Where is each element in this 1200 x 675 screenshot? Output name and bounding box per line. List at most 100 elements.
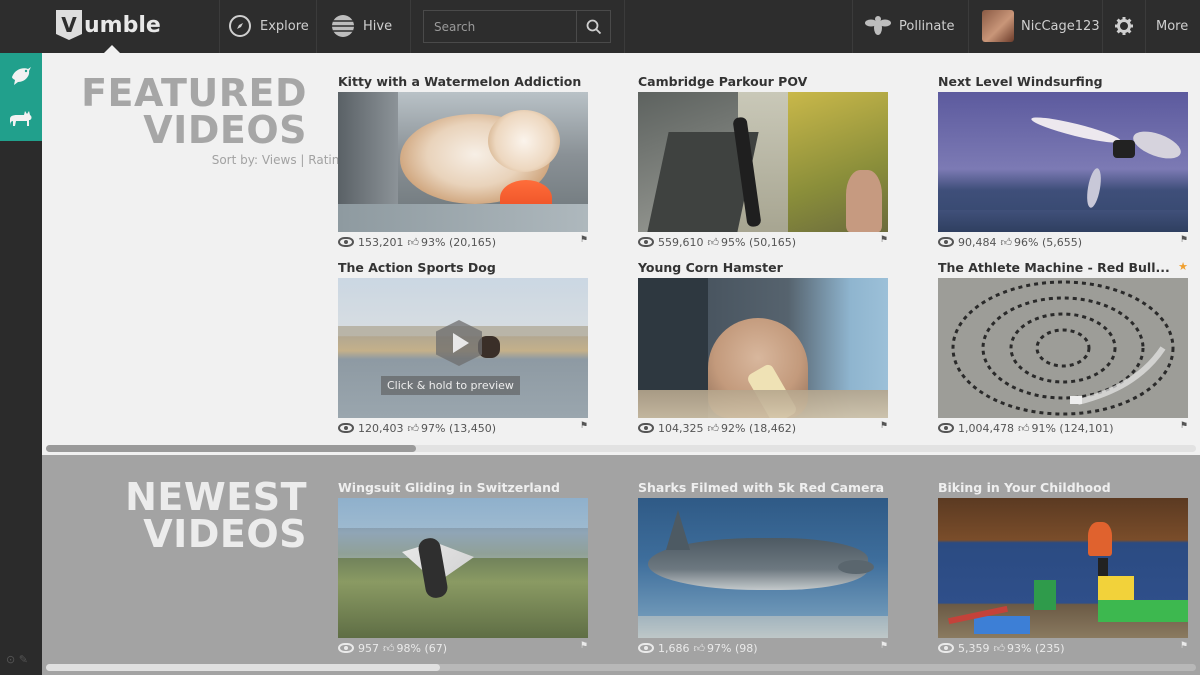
video-card[interactable]: Sharks Filmed with 5k Red Camera 1,686 👍… [638,480,888,655]
left-sidebar: ⊙ ✎ [0,53,42,675]
newest-scrollbar-thumb[interactable] [46,664,440,671]
video-stats: 120,403 👍︎ 97% (13,450) ⚑ [338,421,588,435]
eye-icon [638,643,654,653]
flag-icon[interactable]: ⚑ [1180,641,1188,651]
rating-text: 97% (98) [707,641,758,655]
video-thumbnail[interactable] [638,498,888,638]
bee-icon [865,16,891,35]
view-count: 104,325 [658,421,704,435]
featured-scrollbar-thumb[interactable] [46,445,416,452]
divider [968,0,969,53]
flag-icon[interactable]: ⚑ [1180,421,1188,431]
video-thumbnail[interactable]: Click & hold to preview [338,278,588,418]
flag-icon[interactable]: ⚑ [580,641,588,651]
user-menu[interactable]: NicCage123 [1021,19,1100,34]
divider [624,0,625,53]
video-card[interactable]: Next Level Windsurfing 90,484 👍︎ 96% (5,… [938,74,1188,249]
video-thumbnail[interactable] [638,92,888,232]
search-button[interactable] [576,11,610,42]
video-stats: 5,359 👍︎ 93% (235) ⚑ [938,641,1188,655]
video-thumbnail[interactable] [938,92,1188,232]
video-stats: 104,325 👍︎ 92% (18,462) ⚑ [638,421,888,435]
video-thumbnail[interactable] [938,498,1188,638]
more-menu[interactable]: More [1156,19,1188,34]
video-card[interactable]: The Athlete Machine - Red Bull... ★ 1,00… [938,260,1188,435]
top-navigation-bar: V umble Explore Hive Search Pollinate Ni… [0,0,1200,53]
pollinate-nav[interactable]: Pollinate [865,14,954,38]
newest-title-line1: NEWEST [125,475,307,519]
search-box [423,10,611,43]
video-stats: 153,201 👍︎ 93% (20,165) ⚑ [338,235,588,249]
eye-icon [938,423,954,433]
video-title[interactable]: Cambridge Parkour POV [638,74,888,92]
featured-title-line1: FEATURED [81,71,307,115]
search-input[interactable] [424,11,576,42]
flag-icon[interactable]: ⚑ [880,421,888,431]
gear-icon [1115,17,1133,35]
flag-icon[interactable]: ⚑ [1180,235,1188,245]
video-card[interactable]: The Action Sports Dog Click & hold to pr… [338,260,588,435]
view-count: 153,201 [358,235,404,249]
spiral-track-graphic [951,280,1175,416]
more-label: More [1156,19,1189,34]
video-title[interactable]: Next Level Windsurfing [938,74,1188,92]
video-thumbnail[interactable] [338,498,588,638]
preview-hint: Click & hold to preview [381,376,520,395]
vumble-logo[interactable]: V umble [56,10,161,40]
newest-title-line2: VIDEOS [143,512,307,556]
divider [410,0,411,53]
newest-videos-section: NEWEST VIDEOS Wingsuit Gliding in Switze… [42,455,1200,675]
flag-icon[interactable]: ⚑ [580,235,588,245]
video-title-text: The Athlete Machine - Red Bull... [938,260,1170,275]
video-stats: 1,004,478 👍︎ 91% (124,101) ⚑ [938,421,1188,435]
rating-text: 93% (235) [1007,641,1065,655]
eye-icon [338,643,354,653]
video-stats: 559,610 👍︎ 95% (50,165) ⚑ [638,235,888,249]
sidebar-item-cat[interactable] [0,97,42,141]
video-stats: 90,484 👍︎ 96% (5,655) ⚑ [938,235,1188,249]
rating-text: 91% (124,101) [1031,421,1114,435]
video-card[interactable]: Cambridge Parkour POV 559,610 👍︎ 95% (50… [638,74,888,249]
video-title[interactable]: Kitty with a Watermelon Addiction [338,74,588,92]
eye-icon [338,423,354,433]
video-thumbnail[interactable] [338,92,588,232]
username-label: NicCage123 [1021,19,1100,34]
sort-by-views[interactable]: Views [262,153,297,167]
video-title[interactable]: Biking in Your Childhood [938,480,1188,498]
thumbs-up-icon: 👍︎ [407,421,420,435]
divider [1145,0,1146,53]
explore-nav[interactable]: Explore [228,14,309,38]
user-avatar[interactable] [982,10,1014,42]
video-title[interactable]: Young Corn Hamster [638,260,888,278]
featured-videos-section: FEATURED VIDEOS Sort by: Views | Rating … [42,53,1200,455]
rating-text: 95% (50,165) [721,235,797,249]
video-card[interactable]: Young Corn Hamster 104,325 👍︎ 92% (18,46… [638,260,888,435]
flag-icon[interactable]: ⚑ [880,235,888,245]
video-stats: 1,686 👍︎ 97% (98) ⚑ [638,641,888,655]
compass-icon [229,15,251,37]
star-icon[interactable]: ★ [1178,260,1188,273]
flag-icon[interactable]: ⚑ [880,641,888,651]
explore-label: Explore [260,18,309,34]
newest-section-title: NEWEST VIDEOS [52,475,307,556]
thumbs-up-icon: 👍︎ [407,235,420,249]
video-card[interactable]: Kitty with a Watermelon Addiction 153,20… [338,74,588,249]
settings-button[interactable] [1114,16,1142,36]
rating-text: 92% (18,462) [721,421,797,435]
sort-divider: | [300,153,305,167]
flag-icon[interactable]: ⚑ [580,421,588,431]
video-card[interactable]: Biking in Your Childhood 5,359 👍︎ 93% (2… [938,480,1188,655]
video-thumbnail[interactable] [638,278,888,418]
divider [219,0,220,53]
video-title[interactable]: The Athlete Machine - Red Bull... ★ [938,260,1188,278]
video-title[interactable]: The Action Sports Dog [338,260,588,278]
video-thumbnail[interactable] [938,278,1188,418]
hive-icon [332,15,354,37]
rating-text: 96% (5,655) [1014,235,1083,249]
video-title[interactable]: Sharks Filmed with 5k Red Camera [638,480,888,498]
view-count: 957 [358,641,379,655]
video-card[interactable]: Wingsuit Gliding in Switzerland 957 👍︎ 9… [338,480,588,655]
sidebar-item-bird[interactable] [0,53,42,97]
video-title[interactable]: Wingsuit Gliding in Switzerland [338,480,588,498]
hive-nav[interactable]: Hive [331,14,392,38]
